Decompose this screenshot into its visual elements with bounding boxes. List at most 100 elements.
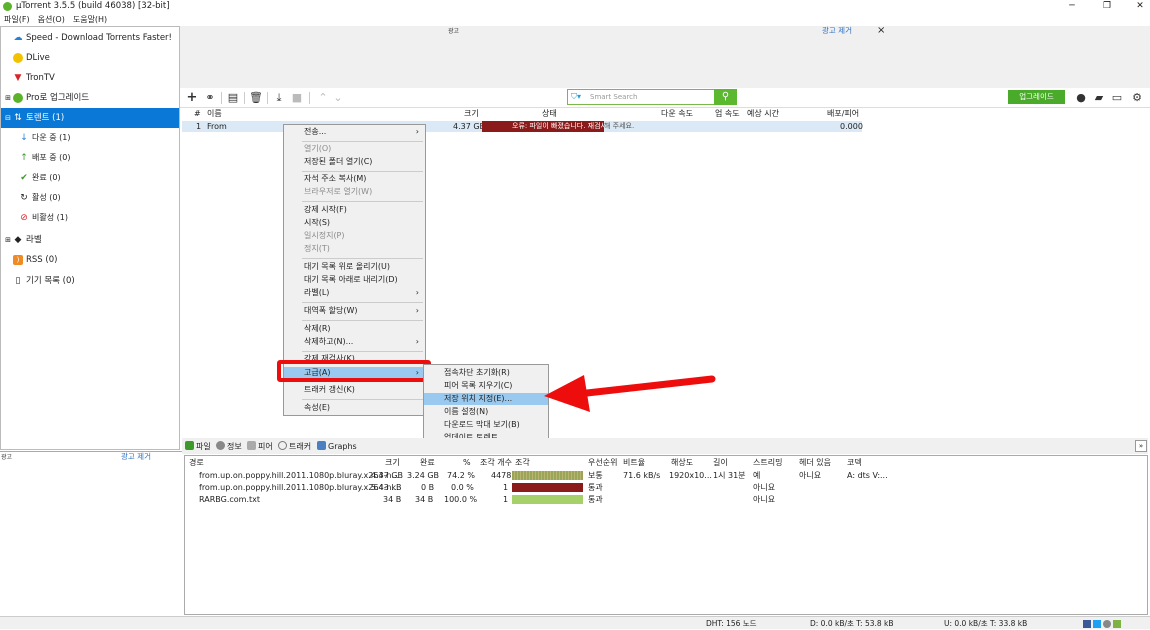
menu-file[interactable]: 파일(F) [4,15,30,24]
tab-peers[interactable]: 피어 [247,440,273,453]
sidebar-item-torrents[interactable]: ⊟ ⇅ 토렌트 (1) [1,108,179,128]
col-pieces-count[interactable]: 조각 개수 [480,458,512,468]
move-down-icon[interactable]: ⌄ [331,91,345,105]
col-priority[interactable]: 우선순위 [588,458,617,468]
menu-item-copy-magnet[interactable]: 자석 주소 복사(M) [284,173,425,185]
col-length[interactable]: 길이 [713,458,728,468]
expand-icon[interactable]: ⊞ [3,235,13,245]
twitter-icon[interactable] [1093,620,1101,628]
maximize-button[interactable]: ❐ [1097,0,1117,13]
file-row[interactable]: from.up.on.poppy.hill.2011.1080p.bluray.… [185,482,1147,493]
menu-item-force-start[interactable]: 강제 시작(F) [284,204,425,216]
tab-info[interactable]: 정보 [216,440,242,453]
col-num[interactable]: # [194,108,201,120]
minimize-button[interactable]: ─ [1062,0,1082,13]
col-ratio[interactable]: 배포/피어 [827,108,859,120]
file-row[interactable]: RARBG.com.txt 34 B 34 B 100.0 % 1 통과 아니요 [185,494,1147,505]
upgrade-button[interactable]: 업그레이드 [1008,90,1065,104]
col-has-header[interactable]: 헤더 있음 [799,458,831,468]
sidebar-item-active[interactable]: ↻ 활성 (0) [1,188,179,208]
tab-graphs[interactable]: Graphs [317,440,357,453]
sidebar-item-devices[interactable]: ▯ 기기 목록 (0) [1,271,179,291]
menu-item-open-folder[interactable]: 저장된 폴더 열기(C) [284,156,425,168]
download-status: D: 0.0 kB/초 T: 53.8 kB [810,619,894,628]
collapse-icon[interactable]: ⊟ [3,113,13,123]
torrents-icon: ⇅ [14,113,22,123]
menu-item-stop[interactable]: 정지(T) [284,243,425,255]
move-up-icon[interactable]: ⌃ [316,91,330,105]
sidebar-item-rss[interactable]: ) RSS (0) [1,250,179,270]
web-icon[interactable] [1103,620,1111,628]
download-icon[interactable]: ⤓ [272,91,286,105]
sidebar-item-labels[interactable]: ⊞ ◆ 라벨 [1,230,179,250]
facebook-icon[interactable] [1083,620,1091,628]
remove-ad-link[interactable]: 광고 제거 [121,451,151,462]
create-torrent-icon[interactable]: ▤ [226,91,240,105]
close-window-button[interactable]: ✕ [1130,0,1150,13]
menu-options[interactable]: 옵션(O) [38,15,65,24]
sidebar-item-pro-upgrade[interactable]: ⊞ Pro로 업그레이드 [1,88,179,108]
search-input[interactable]: Smart Search [590,93,637,101]
menu-item-open[interactable]: 열기(O) [284,143,425,155]
sidebar-item-seeding[interactable]: ↑ 배포 중 (0) [1,148,179,168]
col-size[interactable]: 크기 [464,108,479,120]
menu-item-transfer[interactable]: 전송... › [284,126,425,138]
submenu-item-set-name[interactable]: 이름 설정(N) [424,406,548,418]
remove-ad-link[interactable]: 광고 제거 [822,25,852,36]
menu-item-remove-and[interactable]: 삭제하고(N)... › [284,336,425,348]
chat-icon[interactable]: ▰ [1092,91,1106,105]
sidebar-item-inactive[interactable]: ⊘ 비활성 (1) [1,208,179,228]
menu-item-properties[interactable]: 속성(E) [284,402,425,414]
sidebar-item-dlive[interactable]: DLive [1,48,179,68]
submenu-item-set-location[interactable]: 저장 위치 지정(E)... [424,393,548,405]
menu-item-start[interactable]: 시작(S) [284,217,425,229]
collapse-panel-icon[interactable]: » [1135,440,1147,452]
col-fsize[interactable]: 크기 [385,458,400,468]
remote-icon[interactable]: ▭ [1110,91,1124,105]
menu-item-bandwidth[interactable]: 대역폭 할당(W) › [284,305,425,317]
col-codec[interactable]: 코덱 [847,458,862,468]
close-ad-button[interactable]: × [877,25,885,36]
android-icon[interactable] [1113,620,1121,628]
gear-icon[interactable]: ⚙ [1130,91,1144,105]
menu-item-remove[interactable]: 삭제(R) [284,323,425,335]
submenu-item-clear-peers[interactable]: 피어 목록 지우기(C) [424,380,548,392]
col-bitrate[interactable]: 비트율 [623,458,645,468]
menu-item-queue-up[interactable]: 대기 목록 위로 올리기(U) [284,261,425,273]
sidebar-item-speed[interactable]: ☁ Speed - Download Torrents Faster! [1,28,179,48]
menu-item-update-tracker[interactable]: 트래커 갱신(K) [284,384,425,396]
toolbar-separator [309,92,310,104]
col-up-speed[interactable]: 업 속도 [715,108,740,120]
search-button[interactable]: ⚲ [714,89,737,105]
col-streaming[interactable]: 스트리밍 [753,458,782,468]
menu-item-pause[interactable]: 일시정지(P) [284,230,425,242]
col-pct[interactable]: % [463,458,471,468]
col-pieces[interactable]: 조각 [515,458,530,468]
stop-icon[interactable]: ■ [290,91,304,105]
add-url-icon[interactable]: ⚭ [203,91,217,105]
menu-item-open-browser[interactable]: 브라우저로 열기(W) [284,186,425,198]
tab-files[interactable]: 파일 [185,440,211,453]
col-done[interactable]: 완료 [420,458,435,468]
col-name[interactable]: 이름 [207,108,222,120]
add-torrent-icon[interactable]: + [185,91,199,105]
menu-help[interactable]: 도움말(H) [73,15,107,24]
sidebar-item-trontv[interactable]: ▼ TronTV [1,68,179,88]
menu-item-queue-down[interactable]: 대기 목록 아래로 내리기(D) [284,274,425,286]
col-path[interactable]: 경로 [189,458,204,468]
lightbulb-icon[interactable]: ● [1074,91,1088,105]
col-down-speed[interactable]: 다운 속도 [661,108,693,120]
file-row[interactable]: from.up.on.poppy.hill.2011.1080p.bluray.… [185,470,1147,481]
toolbar: + ⚭ ▤ 🗑 ⤓ ■ ⌃ ⌄ ⛉▾ Smart Search ⚲ 업그레이드 … [180,88,1150,108]
expand-icon[interactable]: ⊞ [3,93,13,103]
col-resolution[interactable]: 해상도 [671,458,693,468]
col-eta[interactable]: 예상 시간 [747,108,779,120]
sidebar-item-downloading[interactable]: ↓ 다운 중 (1) [1,128,179,148]
delete-icon[interactable]: 🗑 [249,91,263,105]
tab-trackers[interactable]: 트래커 [278,440,311,453]
col-status[interactable]: 상태 [542,108,557,120]
submenu-item-show-bar[interactable]: 다운로드 막대 보기(B) [424,419,548,431]
menu-item-label[interactable]: 라벨(L) › [284,287,425,299]
submenu-item-reset-bans[interactable]: 접속차단 초기화(R) [424,367,548,379]
sidebar-item-completed[interactable]: ✔ 완료 (0) [1,168,179,188]
